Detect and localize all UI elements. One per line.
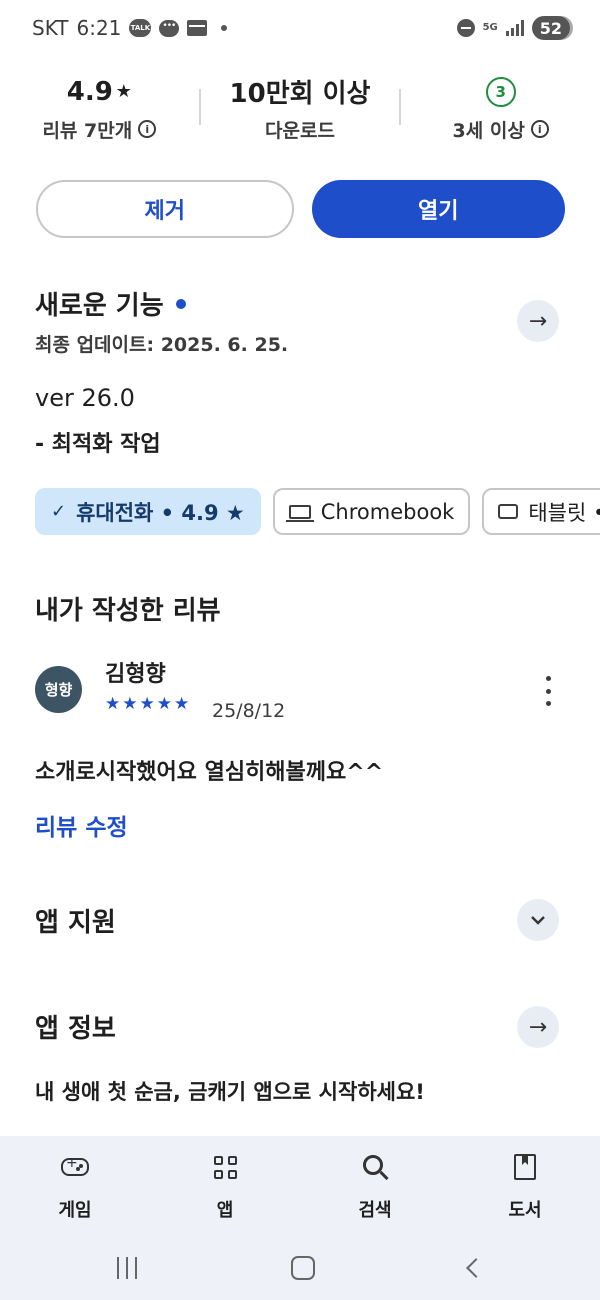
star-rating-icon: ★★★★★ [105, 694, 192, 714]
nav-label: 도서 [508, 1200, 542, 1221]
tablet-icon [498, 504, 519, 519]
whats-new-header[interactable]: 새로운 기능 [35, 285, 186, 322]
gamepad-icon [61, 1155, 89, 1176]
my-review-title: 내가 작성한 리뷰 [35, 596, 221, 626]
nav-search[interactable]: 검색 [300, 1136, 450, 1236]
uninstall-button[interactable]: 제거 [36, 180, 294, 238]
chip-phone[interactable]: ✓ 휴대전화 • 4.9 ★ [35, 488, 261, 535]
check-icon: ✓ [51, 501, 67, 522]
new-indicator-dot [175, 298, 186, 309]
nav-apps[interactable]: 앱 [150, 1136, 300, 1236]
star-icon: ★ [115, 81, 132, 102]
chevron-down-icon [531, 916, 545, 925]
apps-icon [213, 1155, 237, 1179]
chip-label: Chromebook [320, 499, 455, 524]
downloads-stat: 10만회 이상 다운로드 [201, 72, 400, 143]
rating-stat[interactable]: 4.9 ★ 리뷰 7만개 i [0, 72, 199, 143]
book-icon [514, 1154, 536, 1180]
open-button[interactable]: 열기 [311, 180, 565, 238]
review-body: 소개로시작했어요 열심히해볼께요^^ [35, 760, 384, 785]
action-buttons: 제거 열기 [36, 180, 565, 238]
chip-label: 휴대전화 • 4.9 ★ [76, 500, 245, 525]
battery-level: 52 [531, 16, 574, 40]
network-type: 5G [482, 22, 498, 33]
app-support-title: 앱 지원 [35, 908, 116, 938]
search-icon [363, 1155, 383, 1175]
age-rating-badge-icon: 3 [485, 76, 516, 107]
version-text: ver 26.0 [35, 384, 135, 412]
nav-label: 게임 [58, 1200, 92, 1221]
review-date: 25/8/12 [212, 700, 286, 722]
nav-games[interactable]: 게임 [0, 1136, 150, 1236]
avatar: 형향 [35, 666, 82, 713]
more-notifications-icon [221, 25, 228, 31]
downloads-label: 다운로드 [265, 119, 335, 142]
chip-chromebook[interactable]: Chromebook [272, 488, 471, 535]
home-icon[interactable] [291, 1256, 315, 1280]
info-icon[interactable]: i [530, 120, 549, 138]
whats-new-title: 새로운 기능 [35, 291, 164, 321]
do-not-disturb-icon [456, 19, 475, 37]
nav-label: 검색 [358, 1200, 392, 1221]
downloads-value: 10만회 이상 [229, 79, 371, 109]
release-notes: - 최적화 작업 [35, 432, 161, 457]
system-navigation [0, 1236, 600, 1300]
age-rating-stat[interactable]: 3 3세 이상 i [401, 72, 600, 143]
app-info-arrow-icon[interactable]: → [517, 1006, 559, 1048]
reviewer-name: 김형향 [105, 662, 166, 687]
recents-icon[interactable] [117, 1257, 137, 1279]
laptop-icon [285, 504, 314, 522]
whats-new-arrow-icon[interactable]: → [517, 300, 559, 342]
carrier-label: SKT [32, 16, 69, 40]
chip-label: 태블릿 • [528, 500, 600, 525]
chat-icon [159, 19, 180, 37]
kakaotalk-icon: TALK [129, 19, 152, 37]
chevron-down-icon[interactable] [517, 899, 559, 941]
last-updated: 최종 업데이트: 2025. 6. 25. [35, 334, 289, 356]
info-icon[interactable]: i [138, 120, 157, 138]
signal-icon [505, 20, 524, 36]
rating-value: 4.9 [66, 76, 113, 107]
edit-review-link[interactable]: 리뷰 수정 [35, 808, 128, 842]
chip-tablet[interactable]: 태블릿 • [482, 488, 600, 535]
device-chips: ✓ 휴대전화 • 4.9 ★ Chromebook 태블릿 • [35, 488, 600, 535]
status-bar: SKT 6:21 TALK 5G 52 [0, 0, 600, 56]
app-info-title: 앱 정보 [35, 1014, 116, 1044]
nav-books[interactable]: 도서 [450, 1136, 600, 1236]
nav-label: 앱 [216, 1200, 234, 1221]
app-support-header[interactable]: 앱 지원 [35, 902, 116, 939]
more-options-icon[interactable] [538, 676, 558, 706]
bottom-navigation: 게임 앱 검색 도서 [0, 1136, 600, 1236]
age-rating-label: 3세 이상 [452, 119, 525, 142]
inbox-icon [187, 20, 208, 36]
back-icon[interactable] [466, 1258, 486, 1278]
app-info-header[interactable]: 앱 정보 [35, 1008, 116, 1045]
review-count: 리뷰 7만개 [42, 119, 133, 142]
app-stats: 4.9 ★ 리뷰 7만개 i 10만회 이상 다운로드 3 3세 이상 i [0, 62, 600, 152]
clock: 6:21 [76, 16, 122, 40]
app-description: 내 생애 첫 순금, 금캐기 앱으로 시작하세요! [35, 1080, 425, 1104]
